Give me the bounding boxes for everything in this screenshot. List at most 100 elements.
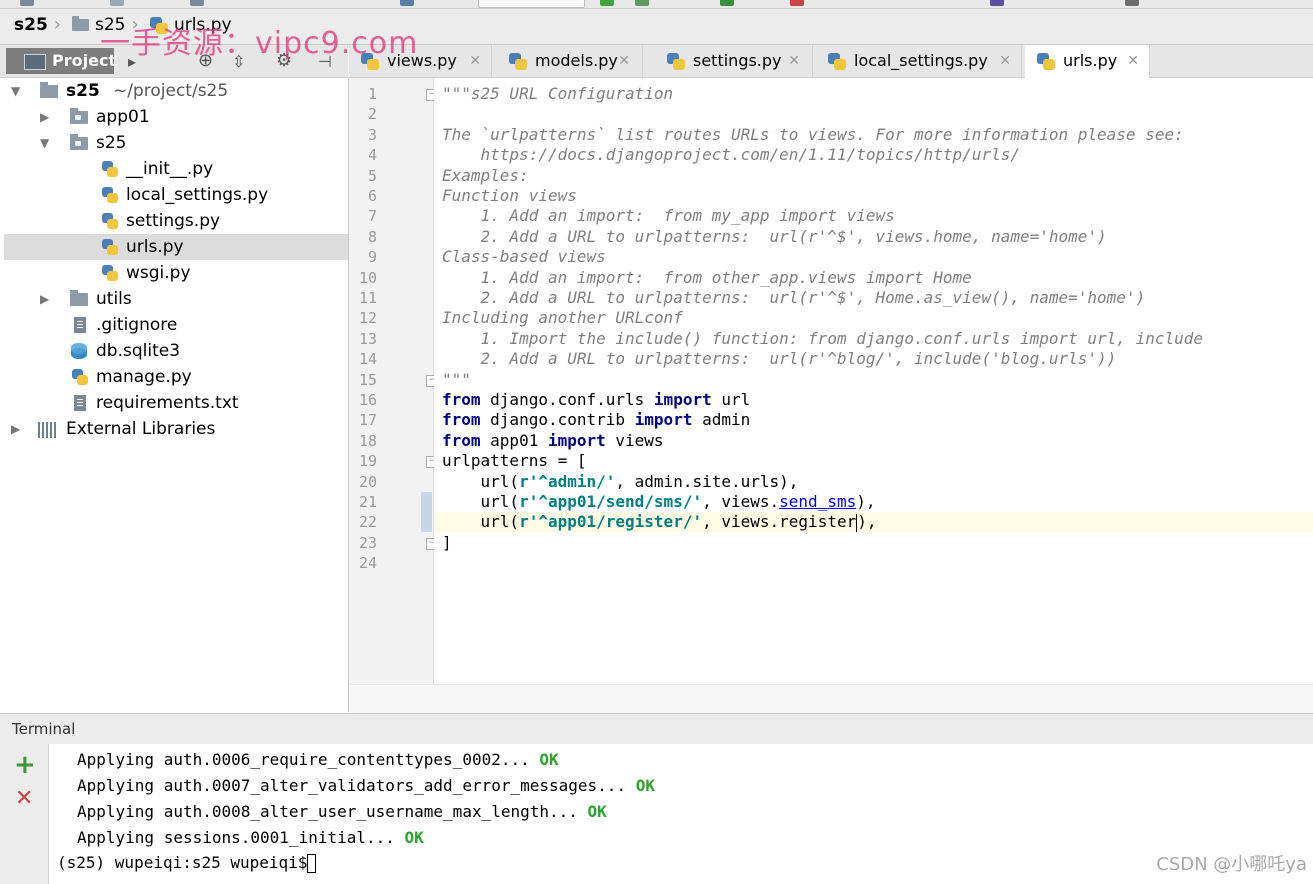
change-marker[interactable] — [421, 492, 432, 532]
tree-item-utils[interactable]: ▶ utils — [4, 286, 348, 312]
chevron-right-icon[interactable]: ▶ — [11, 416, 20, 442]
tree-item-db-sqlite3[interactable]: db.sqlite3 — [4, 338, 348, 364]
tree-item-init-py[interactable]: __init__.py — [4, 156, 348, 182]
project-tab[interactable]: Project — [6, 48, 116, 74]
tree-item-wsgi-py[interactable]: wsgi.py — [4, 260, 348, 286]
toolbar-button-icon[interactable] — [1125, 0, 1139, 6]
terminal-title[interactable]: Terminal — [12, 720, 75, 738]
code-line[interactable]: ] — [442, 533, 452, 553]
tab-label: urls.py — [1063, 51, 1118, 70]
debug-icon[interactable] — [635, 0, 649, 6]
breadcrumb-item[interactable]: s25 › — [14, 9, 67, 41]
code-line[interactable]: from app01 import views — [442, 431, 664, 451]
run-config-select[interactable] — [478, 0, 585, 8]
code-line[interactable]: """ — [442, 370, 471, 390]
code-line[interactable]: urlpatterns = [ — [442, 451, 587, 471]
tab-label: local_settings.py — [854, 51, 988, 70]
close-tab-icon[interactable]: ✕ — [618, 45, 630, 77]
code-line[interactable]: 2. Add a URL to urlpatterns: url(r'^$', … — [442, 227, 1107, 247]
line-number: 5 — [367, 166, 377, 185]
tab-urls-py[interactable]: urls.py ✕ — [1025, 45, 1150, 78]
code-line[interactable]: url(r'^admin/', admin.site.urls), — [442, 472, 799, 492]
tree-item-label: requirements.txt — [96, 393, 239, 413]
text-file-icon — [72, 395, 88, 411]
close-tab-icon[interactable]: ✕ — [999, 45, 1011, 77]
tree-item-manage-py[interactable]: manage.py — [4, 364, 348, 390]
stop-icon[interactable] — [790, 0, 804, 6]
csdn-watermark: CSDN @小哪吒ya — [1156, 854, 1307, 875]
terminal-line: Applying auth.0007_alter_validators_add_… — [77, 776, 655, 795]
code-line[interactable]: from django.conf.urls import url — [442, 390, 750, 410]
tab-label: models.py — [535, 51, 618, 70]
close-icon[interactable]: ✕ — [15, 786, 33, 811]
code-line[interactable]: Class-based views — [442, 247, 606, 267]
code-line[interactable]: """s25 URL Configuration — [442, 84, 673, 104]
project-tree: ▼ s25 ~/project/s25 ▶ app01 ▼ s25 __init… — [4, 78, 349, 684]
tree-item-label: __init__.py — [126, 159, 214, 179]
tree-item-label: s25 — [66, 81, 100, 101]
tree-item-app01[interactable]: ▶ app01 — [4, 104, 348, 130]
code-line[interactable]: Examples: — [442, 166, 529, 186]
library-icon — [38, 421, 58, 438]
code-line[interactable]: from django.contrib import admin — [442, 410, 750, 430]
code-line[interactable]: 1. Add an import: from my_app import vie… — [442, 206, 895, 226]
tab-settings-py[interactable]: settings.py ✕ — [655, 45, 813, 77]
tree-item-external-libraries[interactable]: ▶ External Libraries — [4, 416, 348, 442]
tree-item-gitignore[interactable]: .gitignore — [4, 312, 348, 338]
toolbar-button-icon[interactable] — [110, 0, 124, 6]
chevron-right-icon[interactable]: ▶ — [40, 104, 49, 130]
line-number: 21 — [358, 493, 377, 511]
terminal-sidebar: + ✕ — [0, 744, 49, 884]
chevron-down-icon[interactable]: ▼ — [40, 130, 49, 156]
code-line[interactable]: 1. Import the include() function: from d… — [442, 329, 1203, 349]
toolbar-button-icon[interactable] — [990, 0, 1004, 6]
toolbar-button-icon[interactable] — [400, 0, 414, 6]
run-icon[interactable] — [600, 0, 614, 6]
python-file-icon — [102, 161, 118, 177]
terminal-prompt[interactable]: (s25) wupeiqi:s25 wupeiqi$ — [57, 853, 317, 873]
close-tab-icon[interactable]: ✕ — [1127, 45, 1139, 77]
tab-local-settings-py[interactable]: local_settings.py ✕ — [816, 45, 1022, 77]
close-tab-icon[interactable]: ✕ — [788, 45, 800, 77]
tree-item-requirements-txt[interactable]: requirements.txt — [4, 390, 348, 416]
code-line[interactable]: url(r'^app01/send/sms/', views.send_sms)… — [442, 492, 876, 512]
prompt-text: (s25) wupeiqi:s25 wupeiqi$ — [57, 853, 308, 872]
code-line[interactable]: 1. Add an import: from other_app.views i… — [442, 268, 972, 288]
tree-item-settings-py[interactable]: settings.py — [4, 208, 348, 234]
folder-icon — [72, 16, 89, 31]
code-line[interactable]: url(r'^app01/register/', views.register)… — [442, 512, 876, 532]
tree-item-urls-py[interactable]: urls.py — [4, 234, 348, 260]
tree-item-label: External Libraries — [66, 419, 216, 439]
tab-models-py[interactable]: models.py ✕ — [497, 45, 643, 77]
terminal-line: Applying auth.0008_alter_user_username_m… — [77, 802, 607, 821]
line-number: 19 — [358, 452, 377, 471]
close-tab-icon[interactable]: ✕ — [469, 45, 481, 77]
coverage-icon[interactable] — [720, 0, 734, 6]
tree-item-root[interactable]: ▼ s25 ~/project/s25 — [4, 78, 348, 104]
code-line[interactable]: The `urlpatterns` list routes URLs to vi… — [442, 125, 1184, 145]
folder-icon — [70, 108, 88, 124]
tree-item-local-settings-py[interactable]: local_settings.py — [4, 182, 348, 208]
toolbar-button-icon[interactable] — [190, 0, 204, 6]
tree-item-label: manage.py — [96, 367, 192, 387]
code-line[interactable]: Including another URLconf — [442, 308, 683, 328]
terminal-output[interactable]: Applying auth.0006_require_contenttypes_… — [49, 744, 1313, 884]
toolbar-button-icon[interactable] — [20, 0, 34, 6]
code-editor[interactable]: """s25 URL Configuration The `urlpatterns… — [434, 78, 1313, 684]
chevron-down-icon[interactable]: ▼ — [11, 78, 20, 104]
line-number: 23 — [358, 533, 377, 552]
code-line[interactable]: 2. Add a URL to urlpatterns: url(r'^$', … — [442, 288, 1146, 308]
code-line[interactable]: https://docs.djangoproject.com/en/1.11/t… — [442, 145, 1020, 165]
terminal-line-text: Applying auth.0008_alter_user_username_m… — [77, 802, 578, 821]
folder-icon — [40, 82, 58, 98]
project-tree-empty-area — [4, 684, 349, 712]
database-icon — [70, 343, 87, 359]
code-line[interactable]: Function views — [442, 186, 577, 206]
tree-item-s25[interactable]: ▼ s25 — [4, 130, 348, 156]
project-icon — [24, 54, 46, 70]
chevron-right-icon[interactable]: ▶ — [40, 286, 49, 312]
status-ok: OK — [635, 776, 655, 795]
tree-item-label: .gitignore — [96, 315, 178, 335]
add-icon[interactable]: + — [14, 750, 36, 780]
code-line[interactable]: 2. Add a URL to urlpatterns: url(r'^blog… — [442, 349, 1117, 369]
